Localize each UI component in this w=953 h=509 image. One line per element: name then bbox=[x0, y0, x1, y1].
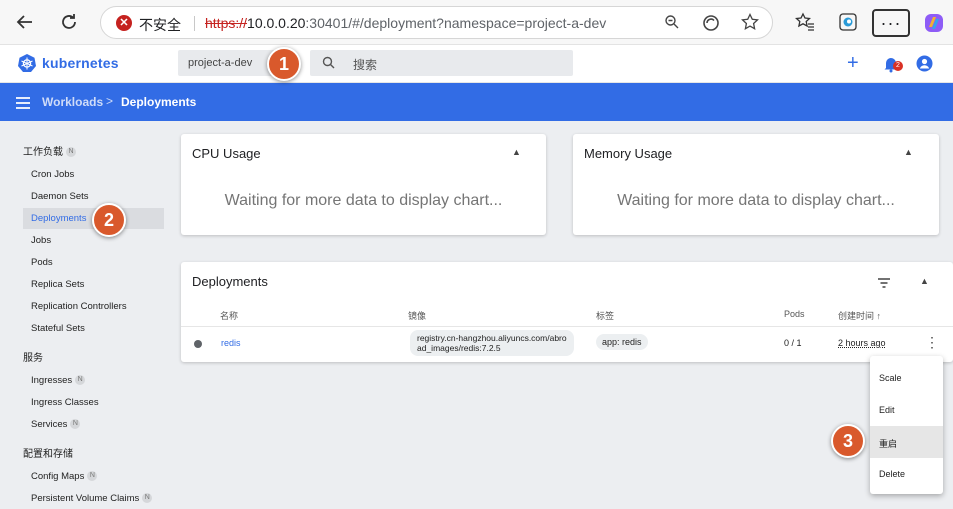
image-line-2: ad_images/redis:7.2.5 bbox=[417, 343, 501, 353]
brand-name[interactable]: kubernetes bbox=[42, 55, 119, 71]
more-options-button[interactable]: ··· bbox=[872, 9, 910, 37]
sidebar-item-label: Persistent Volume Claims bbox=[31, 493, 140, 504]
sidebar-item-label: Services bbox=[31, 419, 68, 430]
zoom-icon[interactable] bbox=[664, 14, 680, 35]
step-callout-1: 1 bbox=[267, 47, 301, 81]
sidebar-item-pods[interactable]: Pods bbox=[23, 252, 164, 273]
column-header-image: 镜像 bbox=[408, 311, 427, 321]
sidebar-item-replication-controllers[interactable]: Replication Controllers bbox=[23, 296, 164, 317]
menu-item-delete[interactable]: Delete bbox=[870, 458, 943, 490]
column-header-name[interactable]: 名称 bbox=[220, 309, 238, 322]
search-icon bbox=[322, 56, 335, 72]
collapse-caret-icon[interactable]: ▲ bbox=[920, 276, 929, 286]
sidebar-section-config-storage[interactable]: 配置和存储 bbox=[23, 445, 73, 460]
new-badge: N bbox=[142, 493, 153, 504]
cpu-waiting-message: Waiting for more data to display chart..… bbox=[224, 192, 503, 209]
create-plus-icon[interactable]: + bbox=[847, 53, 859, 73]
sidebar-item-ingresses[interactable]: Ingresses N bbox=[23, 370, 164, 391]
reload-icon[interactable] bbox=[54, 7, 84, 37]
memory-waiting-message: Waiting for more data to display chart..… bbox=[617, 192, 895, 209]
new-badge: N bbox=[75, 375, 86, 386]
memory-usage-title: Memory Usage bbox=[584, 146, 673, 161]
kubernetes-logo-icon[interactable] bbox=[17, 53, 37, 78]
insecure-icon: ✕ bbox=[116, 15, 132, 31]
sidebar-item-ingress-classes[interactable]: Ingress Classes bbox=[23, 392, 164, 413]
column-header-labels: 标签 bbox=[596, 311, 615, 321]
row-actions-kebab-icon[interactable]: ⋮ bbox=[925, 335, 939, 349]
sidebar-item-replica-sets[interactable]: Replica Sets bbox=[23, 274, 164, 295]
app-available-icon[interactable] bbox=[702, 14, 720, 37]
favorite-star-icon[interactable] bbox=[741, 12, 759, 36]
url-text[interactable]: https://10.0.0.20:30401/#/deployment?nam… bbox=[205, 15, 606, 31]
deployments-card: Deployments ▲ 名称 镜像 标签 Pods 创建时间 ↑ redis… bbox=[181, 262, 953, 362]
deployment-name-link[interactable]: redis bbox=[221, 338, 241, 348]
label-chip: app: redis bbox=[596, 334, 648, 350]
sidebar-item-cron-jobs[interactable]: Cron Jobs bbox=[23, 164, 164, 185]
deployments-title: Deployments bbox=[192, 274, 268, 289]
menu-hamburger-icon[interactable] bbox=[16, 96, 30, 114]
breadcrumb-current: Deployments bbox=[121, 95, 197, 109]
account-icon[interactable] bbox=[916, 55, 933, 77]
column-header-created[interactable]: 创建时间 ↑ bbox=[838, 309, 881, 322]
sidebar-section-label: 工作负载 bbox=[23, 147, 63, 158]
cpu-usage-title: CPU Usage bbox=[192, 146, 261, 161]
url-path: :30401/#/deployment?namespace=project-a-… bbox=[305, 15, 607, 31]
new-badge: N bbox=[66, 147, 76, 158]
sidebar-item-stateful-sets[interactable]: Stateful Sets bbox=[23, 318, 164, 339]
browser-toolbar: ✕ 不安全 https://10.0.0.20:30401/#/deployme… bbox=[0, 0, 953, 45]
sidebar-item-jobs[interactable]: Jobs bbox=[23, 230, 164, 251]
step-callout-3: 3 bbox=[831, 424, 865, 458]
address-bar[interactable]: ✕ 不安全 https://10.0.0.20:30401/#/deployme… bbox=[100, 6, 773, 39]
search-placeholder: 搜索 bbox=[353, 58, 378, 72]
memory-usage-card: Memory Usage ▲ Waiting for more data to … bbox=[573, 134, 939, 235]
back-icon[interactable] bbox=[10, 7, 40, 37]
collapse-caret-icon[interactable]: ▲ bbox=[512, 147, 521, 157]
step-callout-2: 2 bbox=[92, 203, 126, 237]
status-pending-icon bbox=[194, 340, 202, 348]
collapse-caret-icon[interactable]: ▲ bbox=[904, 147, 913, 157]
breadcrumb-bar: Workloads > Deployments bbox=[0, 83, 953, 121]
insecure-label: 不安全 bbox=[139, 17, 181, 33]
sidebar-section-workloads[interactable]: 工作负载 N bbox=[23, 143, 76, 158]
sidebar-item-label: Ingresses bbox=[31, 375, 73, 386]
favorites-icon[interactable] bbox=[794, 12, 815, 37]
new-badge: N bbox=[70, 419, 81, 430]
search-input[interactable]: 搜索 bbox=[310, 50, 573, 76]
menu-item-edit[interactable]: Edit bbox=[870, 394, 943, 426]
menu-item-scale[interactable]: Scale bbox=[870, 362, 943, 394]
column-header-pods: Pods bbox=[784, 309, 805, 319]
created-time: 2 hours ago bbox=[838, 338, 886, 348]
url-scheme: https:// bbox=[205, 15, 248, 31]
filter-icon[interactable] bbox=[878, 275, 890, 293]
sidebar-item-persistent-volume-claims[interactable]: Persistent Volume Claims N bbox=[23, 488, 164, 509]
row-actions-menu: Scale Edit 重启 Delete bbox=[870, 356, 943, 494]
pods-count: 0 / 1 bbox=[784, 338, 802, 348]
image-line-1: registry.cn-hangzhou.aliyuncs.com/abro bbox=[417, 333, 567, 343]
sidebar-item-label: Config Maps bbox=[31, 471, 85, 482]
sidebar-item-daemon-sets[interactable]: Daemon Sets bbox=[23, 186, 164, 207]
address-divider bbox=[194, 16, 195, 31]
new-badge: N bbox=[87, 471, 98, 482]
breadcrumb-workloads[interactable]: Workloads bbox=[42, 95, 103, 109]
notification-count-badge: 2 bbox=[893, 61, 903, 71]
sidebar: 工作负载 N Cron Jobs Daemon Sets Deployments … bbox=[0, 121, 170, 507]
image-chip: registry.cn-hangzhou.aliyuncs.com/abro a… bbox=[410, 330, 574, 356]
cpu-usage-card: CPU Usage ▲ Waiting for more data to dis… bbox=[181, 134, 546, 235]
sidebar-item-config-maps[interactable]: Config Maps N bbox=[23, 466, 164, 487]
copilot-icon[interactable] bbox=[923, 12, 945, 39]
table-row: redis registry.cn-hangzhou.aliyuncs.com/… bbox=[181, 327, 953, 360]
sidebar-item-services[interactable]: Services N bbox=[23, 414, 164, 435]
edge-extension-icon[interactable] bbox=[838, 12, 858, 37]
breadcrumb-separator: > bbox=[106, 94, 114, 108]
sidebar-section-services[interactable]: 服务 bbox=[23, 349, 43, 364]
menu-item-restart[interactable]: 重启 bbox=[870, 426, 943, 458]
url-host: 10.0.0.20 bbox=[247, 15, 306, 31]
